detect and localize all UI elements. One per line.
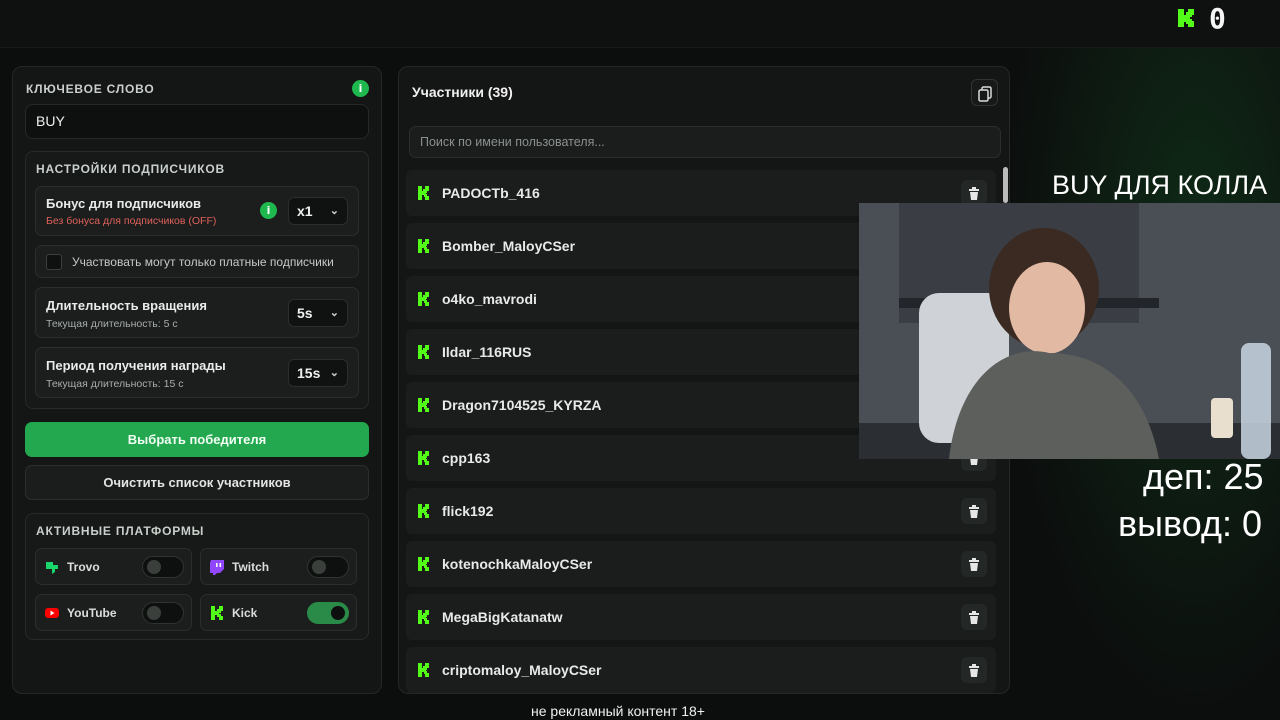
- participants-title: Участники (39): [412, 84, 513, 100]
- trovo-toggle[interactable]: [142, 556, 184, 578]
- youtube-toggle[interactable]: [142, 602, 184, 624]
- participant-name: criptomaloy_MaloyCSer: [442, 662, 602, 678]
- paid-only-label: Участвовать могут только платные подписч…: [72, 255, 334, 269]
- kick-icon: [418, 186, 429, 200]
- copy-icon: [978, 86, 992, 102]
- kick-icon: [211, 606, 223, 620]
- twitch-icon: [210, 560, 224, 575]
- overlay-keyword-text: BUY ДЛЯ КОЛЛА: [1052, 170, 1268, 200]
- participant-name: cpp163: [442, 450, 491, 466]
- bonus-title: Бонус для подписчиков: [46, 196, 202, 211]
- participant-name: MegaBigKatanatw: [442, 609, 563, 625]
- participant-name: Bomber_MaloyCSer: [442, 238, 576, 254]
- kick-logo-icon: [1178, 9, 1194, 27]
- delete-button[interactable]: [961, 498, 987, 524]
- delete-button[interactable]: [961, 604, 987, 630]
- spin-duration-row: Длительность вращения Текущая длительнос…: [35, 287, 359, 338]
- delete-button[interactable]: [961, 657, 987, 683]
- kick-icon: [418, 663, 429, 677]
- bonus-info-icon[interactable]: i: [260, 202, 277, 219]
- trash-icon: [969, 505, 979, 518]
- kick-icon: [418, 239, 429, 253]
- kick-icon: [418, 504, 429, 518]
- counter-display: 0: [1209, 2, 1226, 35]
- kick-icon: [418, 292, 429, 306]
- reward-period-row: Период получения награды Текущая длитель…: [35, 347, 359, 398]
- settings-panel: КЛЮЧЕВОЕ СЛОВО i BUY НАСТРОЙКИ ПОДПИСЧИК…: [12, 66, 382, 694]
- platform-label: Kick: [232, 606, 258, 620]
- participant-row: MegaBigKatanatw: [406, 594, 996, 640]
- active-platforms: АКТИВНЫЕ ПЛАТФОРМЫ Trovo Twitch YouTube: [25, 513, 369, 640]
- participant-name: flick192: [442, 503, 494, 519]
- subscriber-settings-title: НАСТРОЙКИ ПОДПИСЧИКОВ: [36, 162, 225, 176]
- kick-icon: [418, 345, 429, 359]
- participant-name: Ildar_116RUS: [442, 344, 532, 360]
- twitch-toggle[interactable]: [307, 556, 349, 578]
- overlay-withdraw-text: вывод: 0: [1118, 503, 1262, 544]
- participant-row: criptomaloy_MaloyCSer: [406, 647, 996, 693]
- subscriber-settings: НАСТРОЙКИ ПОДПИСЧИКОВ Бонус для подписчи…: [25, 151, 369, 409]
- platform-label: YouTube: [67, 606, 117, 620]
- bonus-subtitle: Без бонуса для подписчиков (OFF): [46, 215, 217, 227]
- participant-row: kotenochkaMaloyCSer: [406, 541, 996, 587]
- subscriber-bonus-row: Бонус для подписчиков Без бонуса для под…: [35, 186, 359, 236]
- delete-button[interactable]: [961, 551, 987, 577]
- bonus-select-value: x1: [297, 203, 313, 219]
- platform-twitch: Twitch: [200, 548, 357, 585]
- clear-participants-button[interactable]: Очистить список участников: [25, 465, 369, 500]
- bonus-select[interactable]: x1 ⌄: [288, 197, 348, 225]
- kick-icon: [418, 398, 429, 412]
- kick-icon: [418, 557, 429, 571]
- chevron-down-icon: ⌄: [329, 307, 339, 319]
- youtube-icon: [45, 608, 59, 618]
- platforms-title: АКТИВНЫЕ ПЛАТФОРМЫ: [36, 524, 205, 538]
- participant-search-input[interactable]: Поиск по имени пользователя...: [409, 126, 1001, 158]
- participant-row: flick192: [406, 488, 996, 534]
- spin-select-value: 5s: [297, 305, 313, 321]
- paid-only-checkbox[interactable]: [46, 254, 62, 270]
- chevron-down-icon: ⌄: [329, 367, 339, 379]
- trash-icon: [969, 611, 979, 624]
- spin-title: Длительность вращения: [46, 298, 207, 313]
- reward-title: Период получения награды: [46, 358, 226, 373]
- participant-name: kotenochkaMaloyCSer: [442, 556, 593, 572]
- reward-select-value: 15s: [297, 365, 321, 381]
- reward-select[interactable]: 15s ⌄: [288, 359, 348, 387]
- top-bar: [0, 0, 1280, 48]
- trash-icon: [969, 664, 979, 677]
- trovo-icon: [46, 562, 58, 574]
- kick-icon: [418, 451, 429, 465]
- chevron-down-icon: ⌄: [329, 205, 339, 217]
- kick-icon: [418, 610, 429, 624]
- participant-name: PADOCTb_416: [442, 185, 540, 201]
- webcam-image: [859, 203, 1280, 459]
- disclaimer-text: не рекламный контент 18+: [531, 703, 705, 719]
- overlay-deposit-text: деп: 25: [1143, 456, 1264, 497]
- keyword-input[interactable]: BUY: [25, 104, 369, 139]
- keyword-title: КЛЮЧЕВОЕ СЛОВО: [26, 82, 155, 96]
- platform-label: Trovo: [67, 560, 100, 574]
- platform-trovo: Trovo: [35, 548, 192, 585]
- copy-button[interactable]: [971, 79, 998, 106]
- webcam-video: [859, 203, 1280, 459]
- platform-label: Twitch: [232, 560, 270, 574]
- spin-subtitle: Текущая длительность: 5 с: [46, 318, 178, 330]
- reward-subtitle: Текущая длительность: 15 с: [46, 378, 184, 390]
- kick-toggle[interactable]: [307, 602, 349, 624]
- spin-select[interactable]: 5s ⌄: [288, 299, 348, 327]
- participant-name: Dragon7104525_KYRZA: [442, 397, 602, 413]
- paid-only-row[interactable]: Участвовать могут только платные подписч…: [35, 245, 359, 278]
- info-icon[interactable]: i: [352, 80, 369, 97]
- list-scrollbar[interactable]: [1003, 167, 1008, 203]
- trash-icon: [969, 558, 979, 571]
- pick-winner-button[interactable]: Выбрать победителя: [25, 422, 369, 457]
- platform-kick: Kick: [200, 594, 357, 631]
- participant-name: o4ko_mavrodi: [442, 291, 537, 307]
- platform-youtube: YouTube: [35, 594, 192, 631]
